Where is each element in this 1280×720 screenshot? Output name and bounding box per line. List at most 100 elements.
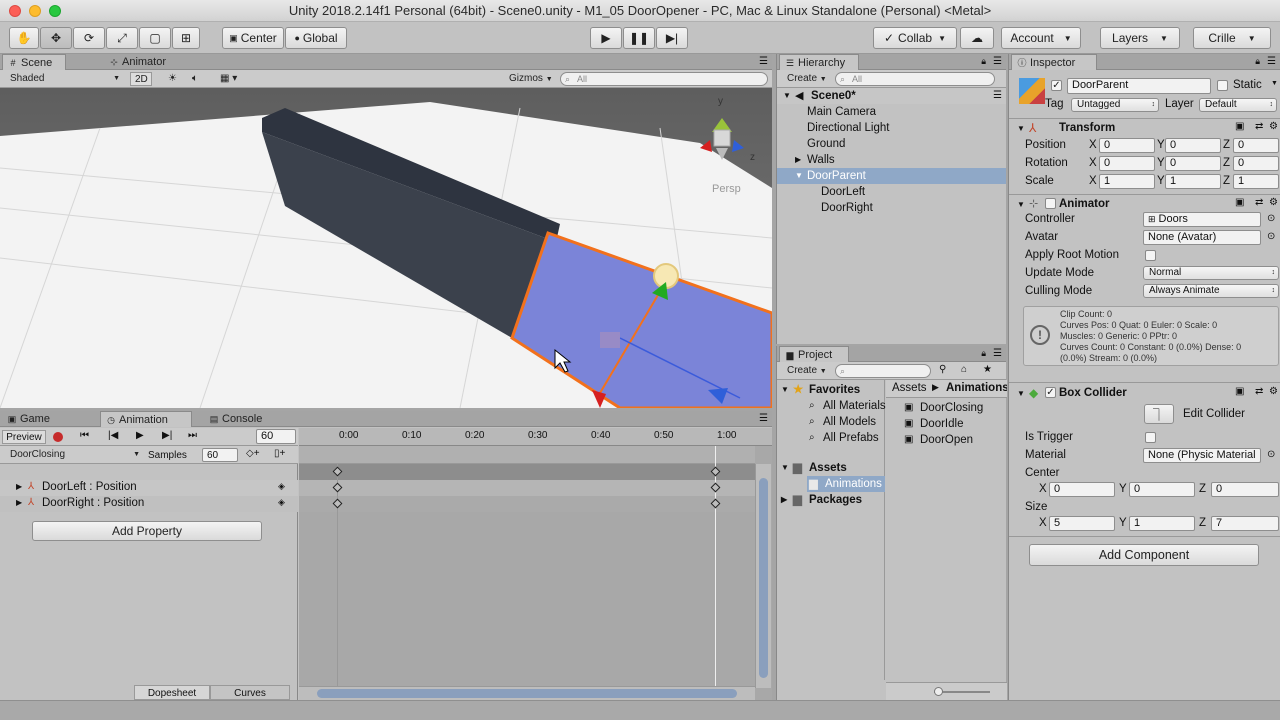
expand-arrow-icon[interactable]: ▼ — [781, 460, 789, 476]
rotation-x-field[interactable]: 0 — [1099, 156, 1155, 171]
add-component-button[interactable]: Add Component — [1029, 544, 1259, 566]
expand-arrow-icon[interactable]: ▼ — [1017, 124, 1025, 133]
position-x-field[interactable]: 0 — [1099, 138, 1155, 153]
audio-icon[interactable]: 🔈︎ — [186, 72, 206, 86]
is-trigger-checkbox[interactable] — [1145, 432, 1156, 443]
hierarchy-scene-row[interactable]: ▼ ◀ Scene0* ☰ — [777, 88, 1006, 104]
object-picker-icon[interactable]: ⊙ — [1267, 231, 1275, 242]
scale-y-field[interactable]: 1 — [1165, 174, 1221, 189]
hierarchy-item[interactable]: Main Camera — [777, 104, 1006, 120]
minimize-window-button[interactable] — [29, 5, 41, 17]
horizontal-scrollbar-thumb[interactable] — [317, 689, 737, 698]
culling-mode-dropdown[interactable]: Always Animate ↕ — [1143, 284, 1279, 298]
breadcrumb-root[interactable]: Assets — [892, 382, 927, 394]
effects-icon[interactable]: ▦ ▾ — [214, 72, 244, 86]
gear-icon[interactable]: ⚙ — [1269, 386, 1278, 397]
hierarchy-search-input[interactable]: ⌕ All — [835, 72, 995, 86]
keyframe-diamond-icon[interactable]: ◈ — [278, 497, 285, 508]
project-create-dropdown[interactable]: Create ▼ — [781, 364, 829, 378]
tab-inspector[interactable]: ⓘ Inspector — [1011, 54, 1097, 70]
preset-icon[interactable]: ⇄ — [1255, 386, 1263, 397]
expand-arrow-icon[interactable]: ▼ — [795, 168, 803, 184]
vertical-scrollbar[interactable] — [755, 464, 771, 688]
breadcrumb-leaf[interactable]: Animations — [946, 382, 1007, 394]
object-picker-icon[interactable]: ⊙ — [1267, 449, 1275, 460]
play-animation-icon[interactable]: ▶ — [136, 430, 144, 441]
tab-scene[interactable]: # Scene — [2, 54, 66, 70]
hierarchy-item-selected[interactable]: ▼ DoorParent — [777, 168, 1006, 184]
clip-dropdown[interactable]: DoorClosing ▼ — [4, 448, 142, 462]
favorite-star-icon[interactable]: ★ — [983, 364, 992, 375]
search-by-label-icon[interactable]: ⌂ — [961, 364, 967, 375]
expand-arrow-icon[interactable]: ▶ — [16, 482, 22, 491]
help-icon[interactable]: ▣ — [1235, 121, 1244, 132]
tab-game[interactable]: ▣ Game — [2, 411, 72, 427]
timeline[interactable]: 0:00 0:10 0:20 0:30 0:40 0:50 1:00 — [299, 428, 772, 700]
scene-viewport[interactable]: y z Persp — [0, 88, 772, 408]
favorite-item[interactable]: ⌕ All Models — [777, 414, 884, 430]
next-keyframe-icon[interactable]: ▶| — [162, 430, 172, 441]
tab-dopesheet[interactable]: Dopesheet — [134, 685, 210, 700]
help-icon[interactable]: ▣ — [1235, 197, 1244, 208]
move-tool-icon[interactable]: ✥ — [40, 27, 72, 49]
panel-menu-icon[interactable]: ☰ — [1267, 56, 1276, 67]
scale-x-field[interactable]: 1 — [1099, 174, 1155, 189]
asset-file[interactable]: ▣ DoorIdle — [886, 416, 1007, 432]
tab-animation[interactable]: ◷ Animation — [100, 411, 192, 427]
object-picker-icon[interactable]: ⊙ — [1267, 213, 1275, 224]
project-search-input[interactable]: ⌕ — [835, 364, 931, 378]
pivot-center-button[interactable]: ▣ Center — [222, 27, 284, 49]
maximize-window-button[interactable] — [49, 5, 61, 17]
add-event-icon[interactable]: ▯+ — [274, 448, 285, 459]
preset-icon[interactable]: ⇄ — [1255, 197, 1263, 208]
box-collider-enabled-checkbox[interactable]: ✓ — [1045, 387, 1056, 398]
keyframe-lane[interactable] — [299, 496, 755, 512]
panel-menu-icon[interactable]: ☰ — [993, 56, 1002, 67]
rotation-z-field[interactable]: 0 — [1233, 156, 1279, 171]
position-z-field[interactable]: 0 — [1233, 138, 1279, 153]
lock-icon[interactable]: 🔒︎ — [981, 348, 986, 359]
size-y-field[interactable]: 1 — [1129, 516, 1195, 531]
edit-collider-icon[interactable]: ⏋ — [1144, 404, 1174, 424]
preset-icon[interactable]: ⇄ — [1255, 121, 1263, 132]
expand-arrow-icon[interactable]: ▶ — [16, 498, 22, 507]
summary-lane[interactable] — [299, 464, 755, 480]
help-icon[interactable]: ▣ — [1235, 386, 1244, 397]
hand-tool-icon[interactable]: ✋ — [9, 27, 39, 49]
panel-menu-icon[interactable]: ☰ — [759, 56, 768, 67]
tab-console[interactable]: ▤ Console — [204, 411, 284, 427]
center-z-field[interactable]: 0 — [1211, 482, 1279, 497]
frame-field[interactable]: 60 — [256, 429, 296, 444]
thumbnail-size-slider[interactable] — [886, 682, 1007, 700]
expand-arrow-icon[interactable]: ▼ — [781, 382, 789, 398]
time-ruler[interactable]: 0:00 0:10 0:20 0:30 0:40 0:50 1:00 — [299, 428, 772, 446]
asset-file[interactable]: ▣ DoorOpen — [886, 432, 1007, 448]
favorites-node[interactable]: ▼ ★ Favorites — [777, 382, 884, 398]
gear-icon[interactable]: ⚙ — [1269, 121, 1278, 132]
asset-file[interactable]: ▣ DoorClosing — [886, 400, 1007, 416]
add-property-button[interactable]: Add Property — [32, 521, 262, 541]
rotation-y-field[interactable]: 0 — [1165, 156, 1221, 171]
active-checkbox[interactable]: ✓ — [1051, 80, 1062, 91]
keyframe-diamond-icon[interactable]: ◈ — [278, 481, 285, 492]
scale-tool-icon[interactable]: ⤢ — [106, 27, 138, 49]
panel-menu-icon[interactable]: ☰ — [759, 413, 768, 424]
pause-button[interactable]: ❚❚ — [623, 27, 655, 49]
layout-dropdown[interactable]: Crille ▼ — [1193, 27, 1271, 49]
expand-arrow-icon[interactable]: ▼ — [1017, 200, 1025, 209]
play-button[interactable]: ▶ — [590, 27, 622, 49]
transform-tool-icon[interactable]: ⊞ — [172, 27, 200, 49]
update-mode-dropdown[interactable]: Normal ↕ — [1143, 266, 1279, 280]
first-keyframe-icon[interactable]: ⏮ — [80, 430, 89, 441]
material-field[interactable]: None (Physic Material — [1143, 448, 1261, 463]
property-row[interactable]: ▶ ⅄ DoorLeft : Position ◈ — [0, 480, 298, 496]
hierarchy-item[interactable]: ▶ Walls — [777, 152, 1006, 168]
tag-dropdown[interactable]: Untagged ↕ — [1071, 98, 1159, 112]
tab-animator[interactable]: ⊹ Animator — [104, 54, 184, 70]
assets-node[interactable]: ▼ ▆ Assets — [777, 460, 884, 476]
hierarchy-item[interactable]: DoorRight — [777, 200, 1006, 216]
expand-arrow-icon[interactable]: ▼ — [783, 88, 791, 104]
expand-arrow-icon[interactable]: ▶ — [795, 152, 801, 168]
size-x-field[interactable]: 5 — [1049, 516, 1115, 531]
search-by-type-icon[interactable]: ⚲ — [939, 364, 946, 375]
